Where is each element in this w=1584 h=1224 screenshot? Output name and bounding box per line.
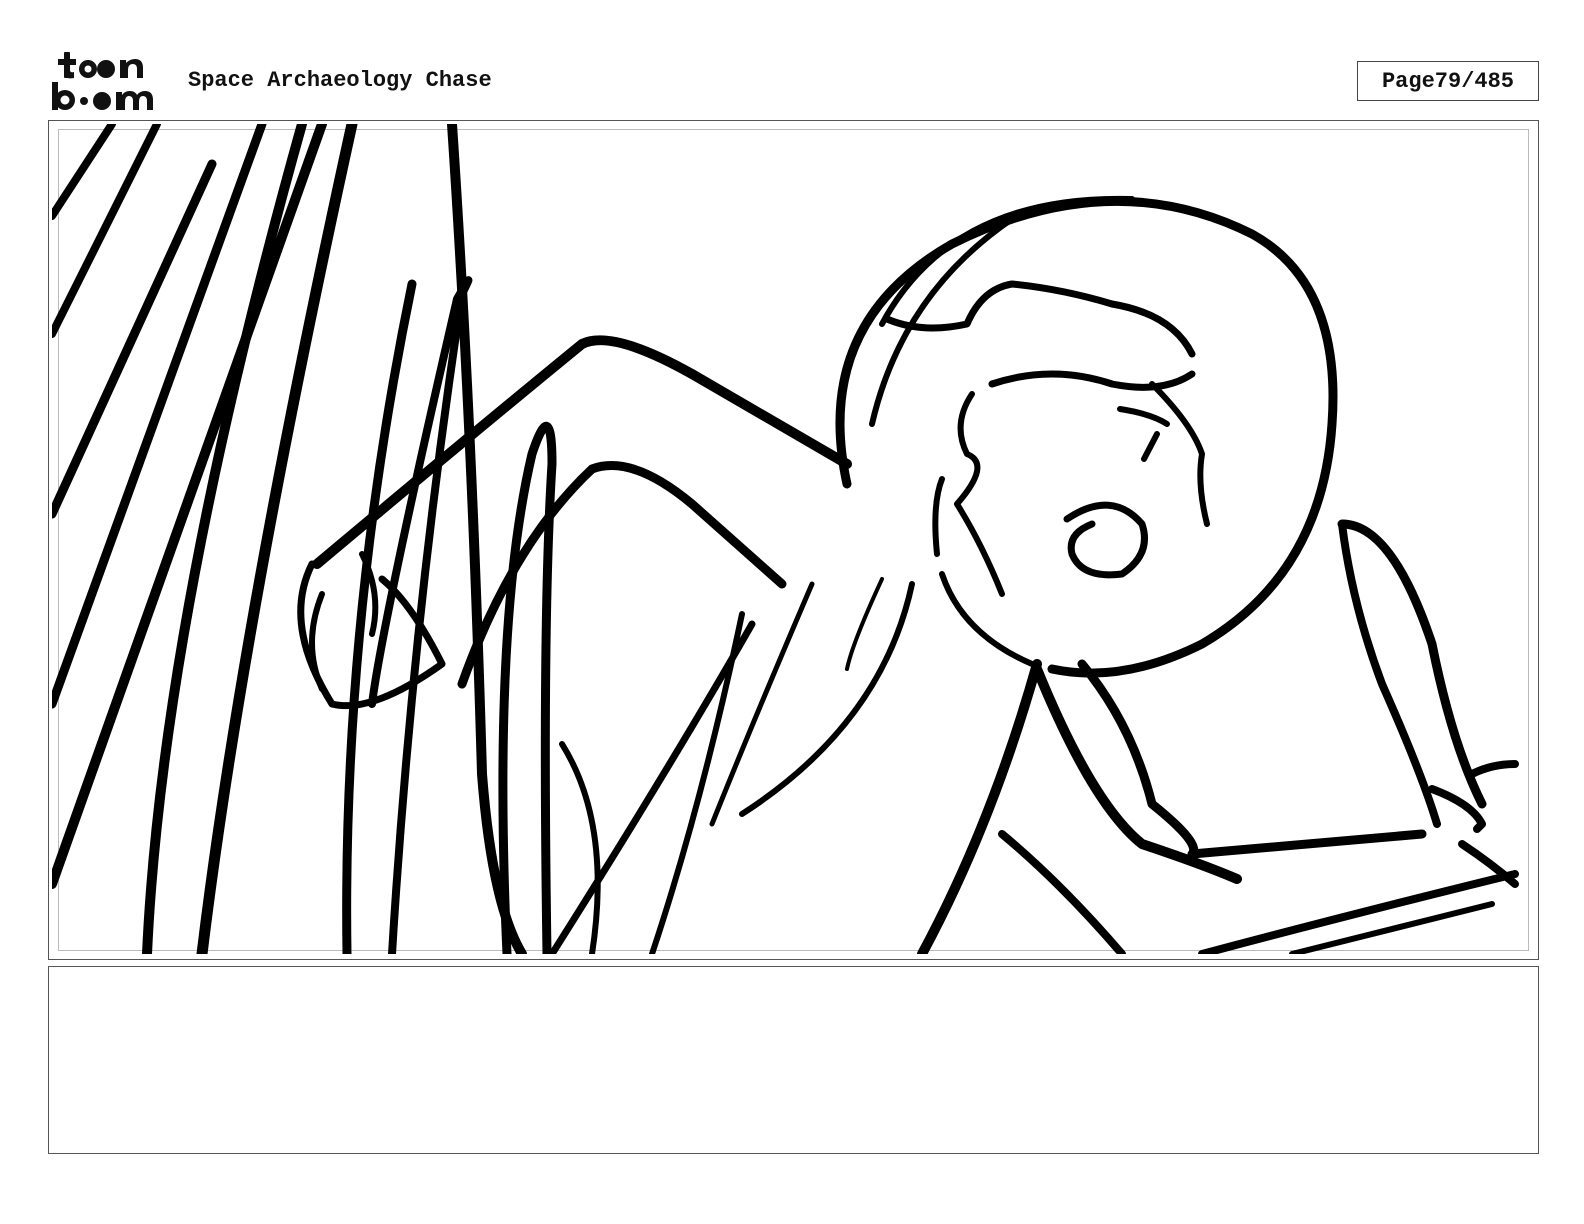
page-number: 79/485 xyxy=(1434,68,1515,94)
page-indicator: Page 79/485 xyxy=(1357,61,1539,101)
caption-box xyxy=(48,966,1539,1154)
page-label: Page xyxy=(1381,68,1435,94)
project-title: Space Archaeology Chase xyxy=(188,68,492,93)
panel-sketch xyxy=(52,124,1519,954)
toonboom-logo xyxy=(52,52,153,110)
